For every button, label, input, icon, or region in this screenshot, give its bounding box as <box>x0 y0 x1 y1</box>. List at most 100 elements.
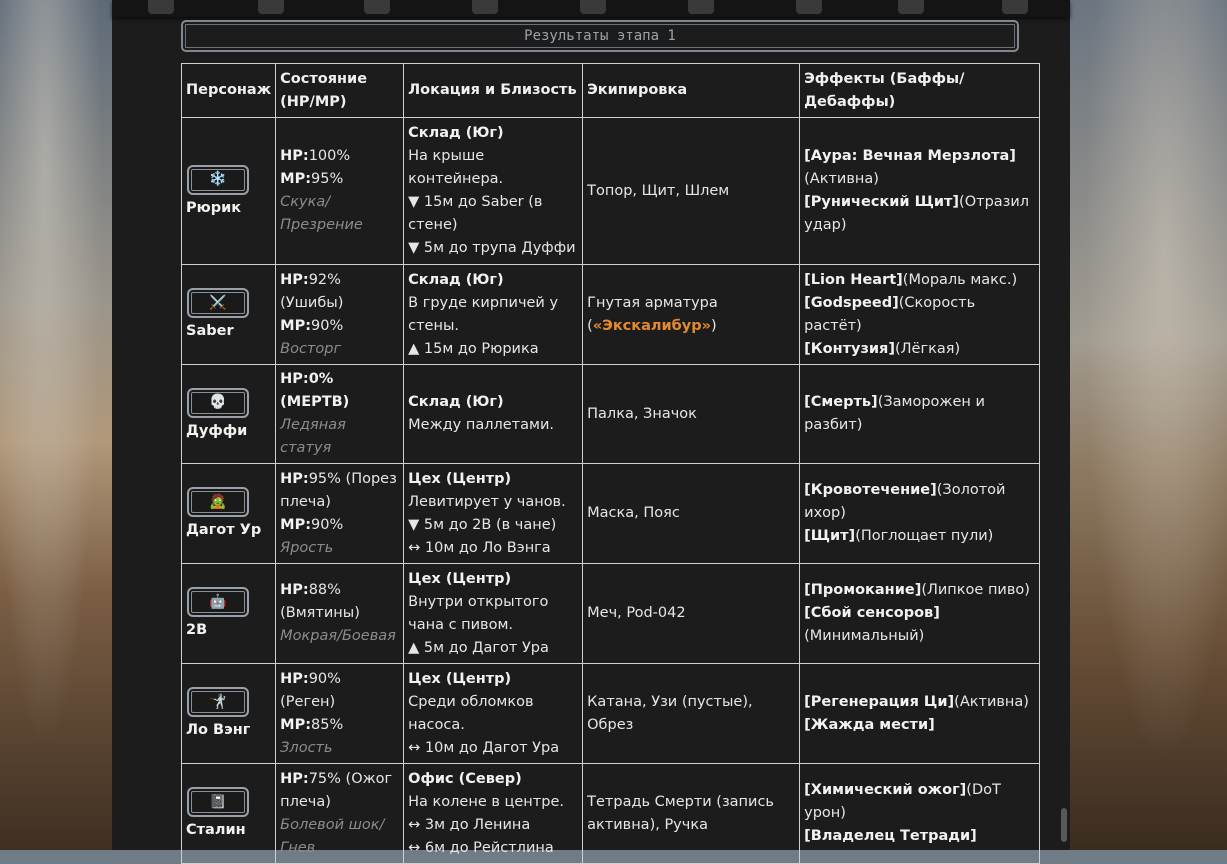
proximity-line: ↔ 10м до Ло Вэнга <box>408 539 551 556</box>
effect-name: [Кровотечение] <box>804 482 937 498</box>
location-title: Цех (Центр) <box>408 470 512 487</box>
hp-label: HP: <box>280 582 309 598</box>
skull-icon[interactable]: 💀 <box>187 387 249 418</box>
equipment-cell: Гнутая арматура («Экскалибур») <box>582 264 801 365</box>
mood-text: Болевой шок/ Гнев <box>280 816 385 856</box>
effect-name: [Промокание] <box>804 582 922 598</box>
location-title: Склад (Юг) <box>408 271 504 288</box>
effect-name: [Владелец Тетради] <box>804 828 977 844</box>
mp-value: 90% <box>311 317 344 334</box>
location-description: Между паллетами. <box>408 417 554 433</box>
header-state: Состояние (HP/MP) <box>275 63 405 118</box>
character-cell: 💀 Дуффи <box>180 364 277 464</box>
header-equipment: Экипировка <box>582 63 801 118</box>
mood-text: Ярость <box>280 539 334 556</box>
location-cell: Склад (Юг) В груде кирпичей у стены. ▲ 1… <box>403 264 584 365</box>
mood-text: Ледяная статуя <box>280 417 346 456</box>
effect-name: [Godspeed] <box>804 294 899 311</box>
equipment-cell: Маска, Пояс <box>582 463 801 564</box>
character-name: Дуффи <box>186 422 248 439</box>
id-card-icon[interactable] <box>1002 0 1028 14</box>
scrollbar-thumb[interactable] <box>1061 808 1067 842</box>
pin-icon[interactable] <box>258 0 284 14</box>
settings-sliders-icon[interactable] <box>148 0 174 14</box>
location-title: Офис (Север) <box>408 770 522 787</box>
effect-note: (Липкое пиво) <box>921 582 1030 598</box>
character-name: Saber <box>186 323 234 339</box>
state-cell: HP:75% (Ожог плеча) Болевой шок/ Гнев <box>275 763 405 864</box>
text-format-icon[interactable] <box>364 0 390 14</box>
character-name: Сталин <box>186 822 246 838</box>
effect-name: [Жажда мести] <box>804 716 935 733</box>
location-cell: Склад (Юг) Между паллетами. <box>403 364 584 464</box>
effect-name: [Смерть] <box>804 394 878 410</box>
equipment-text: ) <box>711 317 717 334</box>
mood-text: Восторг <box>280 340 342 357</box>
mood-text: Злость <box>280 739 333 756</box>
equipment-cell: Меч, Pod-042 <box>582 563 801 664</box>
header-location: Локация и Близость <box>403 63 584 118</box>
mp-value: 90% <box>311 516 344 533</box>
state-cell: HP:88% (Вмятины) Мокрая/Боевая <box>275 563 405 664</box>
state-cell: HP:95% (Порез плеча) MP:90% Ярость <box>275 463 405 564</box>
character-cell: 📓 Сталин <box>180 763 277 864</box>
state-cell: HP:90% (Реген) MP:85% Злость <box>275 663 405 764</box>
table-row: ❄️ Рюрик HP:100% MP:95% Скука/ Презрение… <box>180 117 1041 265</box>
character-cell: ❄️ Рюрик <box>180 117 277 265</box>
legendary-item: «Экскалибур» <box>592 317 711 334</box>
effects-cell: [Кровотечение](Золотой ихор) [Щит](Погло… <box>799 463 1041 564</box>
effect-name: [Химический ожог] <box>804 782 967 798</box>
hp-label: HP: <box>280 271 309 288</box>
mood-text: Скука/ Презрение <box>280 194 363 233</box>
portrait-icon[interactable] <box>688 0 714 14</box>
crossed-swords-icon[interactable]: ⚔️ <box>187 288 249 318</box>
results-table: Персонаж Состояние (HP/MP) Локация и Бли… <box>180 63 1041 864</box>
stage-title: Результаты этапа 1 <box>181 20 1019 52</box>
location-cell: Цех (Центр) Левитирует у чанов. ▼ 5м до … <box>403 463 584 564</box>
snowflake-icon[interactable]: ❄️ <box>187 164 249 195</box>
character-cell: ⚔️ Saber <box>180 264 277 365</box>
smile-icon[interactable] <box>898 0 924 14</box>
location-description: Среди обломков насоса. <box>408 693 534 733</box>
location-title: Цех (Центр) <box>408 570 512 587</box>
zombie-icon[interactable]: 🧟 <box>187 487 249 517</box>
proximity-line: ▼ 5м до 2B (в чане) <box>408 516 557 533</box>
mp-value: 85% <box>311 716 344 733</box>
location-cell: Офис (Север) На колене в центре. ↔ 3м до… <box>403 763 584 864</box>
users-gear-icon[interactable] <box>580 0 606 14</box>
dice-icon[interactable] <box>796 0 822 14</box>
character-name: 2B <box>186 622 208 638</box>
proximity-line: ▲ 15м до Рюрика <box>408 340 539 357</box>
mood-text: Мокрая/Боевая <box>280 628 396 644</box>
character-cell: 🤖 2B <box>180 563 277 664</box>
character-cell: 🤺 Ло Вэнг <box>180 663 277 764</box>
table-row: 🤖 2B HP:88% (Вмятины) Мокрая/Боевая Цех … <box>180 563 1041 664</box>
effect-name: [Регенерация Ци] <box>804 693 955 710</box>
effects-cell: [Промокание](Липкое пиво) [Сбой сенсоров… <box>799 563 1041 664</box>
state-cell: HP:100% MP:95% Скука/ Презрение <box>275 117 405 265</box>
character-name: Рюрик <box>186 199 242 216</box>
hp-label: HP: <box>280 470 309 487</box>
hp-label: HP: <box>280 148 309 164</box>
mp-label: MP: <box>280 317 311 334</box>
effect-note: (Минимальный) <box>804 628 925 644</box>
location-description: Внутри открытого чана с пивом. <box>408 593 549 633</box>
android-icon[interactable]: 🤖 <box>187 587 249 617</box>
notebook-icon[interactable]: 📓 <box>187 787 249 817</box>
effects-cell: [Регенерация Ци](Активна) [Жажда мести] <box>799 663 1041 764</box>
fencer-icon[interactable]: 🤺 <box>187 687 249 717</box>
equipment-cell: Топор, Щит, Шлем <box>582 117 801 265</box>
location-title: Склад (Юг) <box>408 125 504 141</box>
effects-cell: [Химический ожог](DoT урон) [Владелец Те… <box>799 763 1041 864</box>
effect-note: (Активна) <box>804 171 879 187</box>
book-icon[interactable] <box>472 0 498 14</box>
proximity-line: ↔ 10м до Дагот Ура <box>408 739 560 756</box>
background-left <box>0 0 112 850</box>
effect-name: [Сбой сенсоров] <box>804 605 940 621</box>
effects-cell: [Смерть](Заморожен и разбит) <box>799 364 1041 464</box>
effect-note: (Активна) <box>954 693 1029 710</box>
effect-note: (Поглощает пули) <box>855 528 994 544</box>
mp-value: 95% <box>311 171 344 187</box>
location-cell: Цех (Центр) Среди обломков насоса. ↔ 10м… <box>403 663 584 764</box>
proximity-line: ↔ 6м до Рейстлина <box>408 839 554 856</box>
